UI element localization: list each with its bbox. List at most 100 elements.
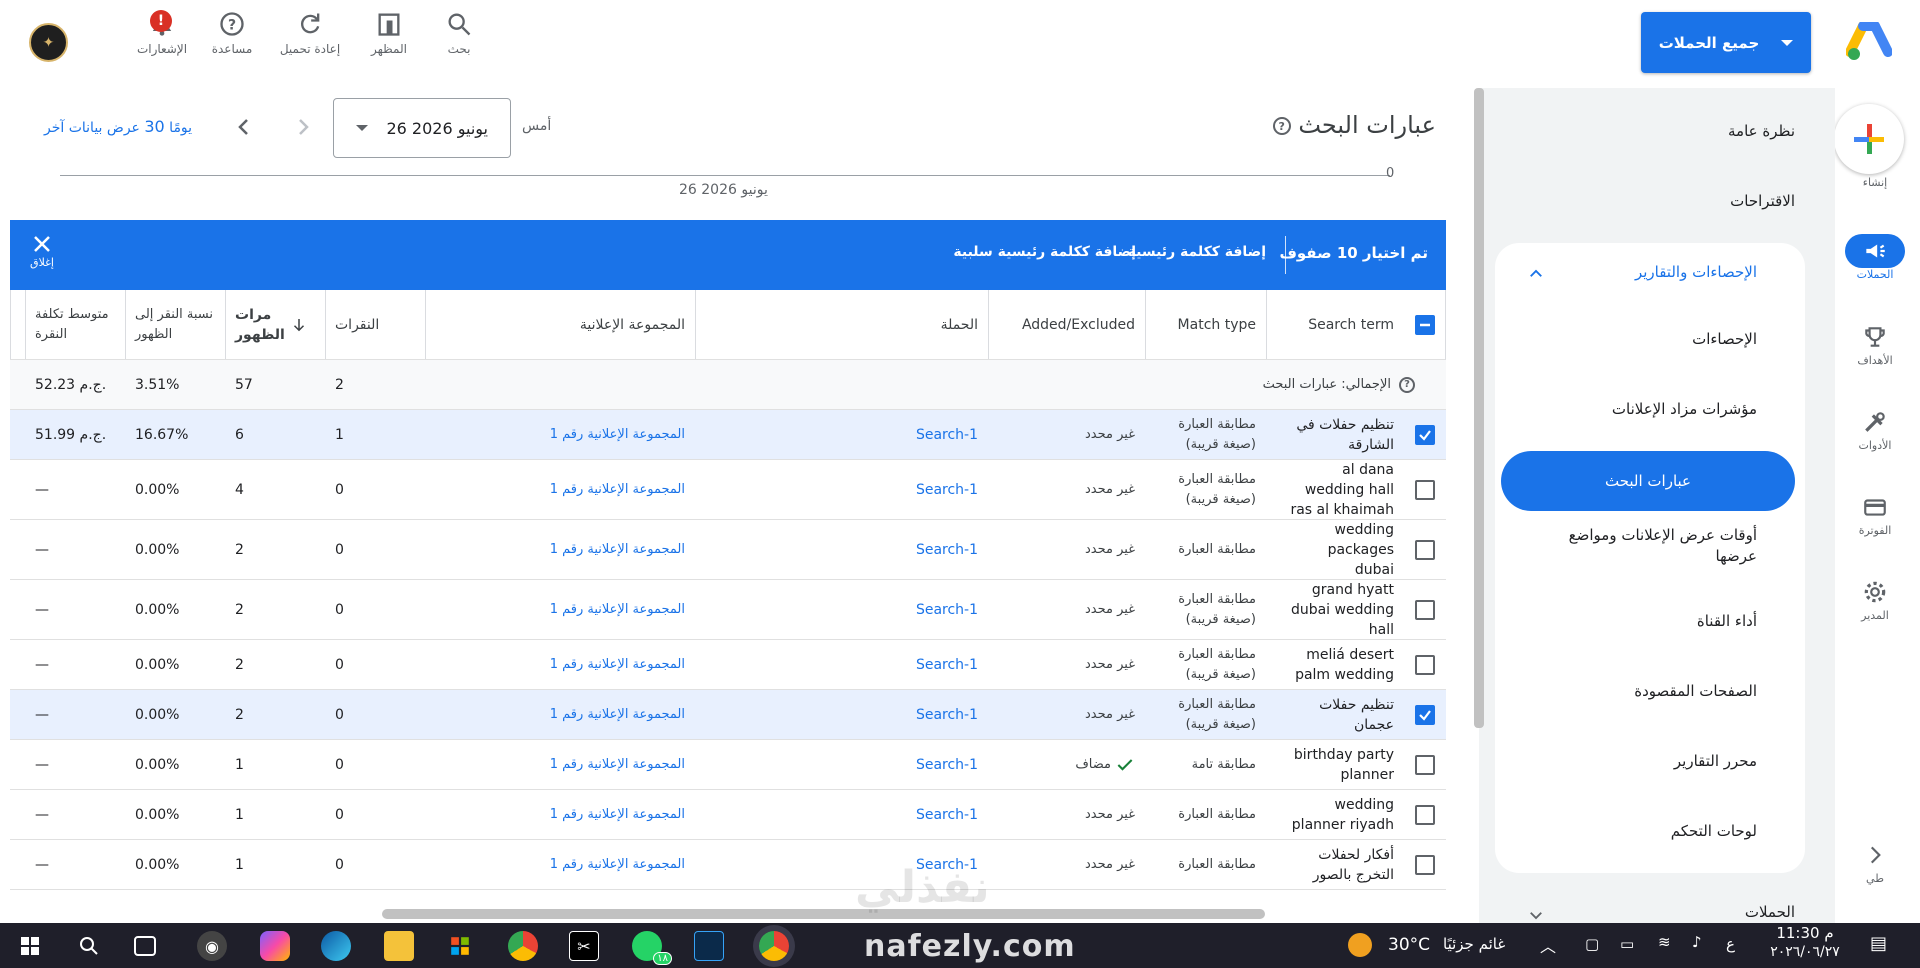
sidebar-item-channel-performance[interactable]: أداء القناة: [1697, 611, 1757, 632]
row-checkbox[interactable]: [1415, 479, 1435, 500]
sidebar-item-recommendations[interactable]: الاقتراحات: [1730, 192, 1795, 210]
notification-center-icon[interactable]: ▤: [1870, 933, 1887, 954]
notifications-tool-button[interactable]: ! الإشعارات: [130, 10, 194, 72]
input-language[interactable]: ع: [1726, 935, 1735, 953]
clock-time[interactable]: 11:30 م: [1760, 924, 1850, 942]
sidebar-item-search-terms[interactable]: عبارات البحث: [1501, 451, 1795, 511]
sidebar-item-when-where-ads-showed[interactable]: أوقات عرض الإعلانات ومواضع عرضها: [1537, 525, 1757, 567]
chevron-up-icon[interactable]: [1527, 265, 1545, 283]
battery-icon[interactable]: ▭: [1620, 935, 1634, 953]
whatsapp-icon[interactable]: ١٨: [632, 931, 672, 965]
ad-group-link[interactable]: المجموعة الإعلانية رقم 1: [550, 600, 685, 620]
sidebar-item-auction-insights[interactable]: مؤشرات مزاد الإعلانات: [1612, 399, 1757, 420]
row-checkbox[interactable]: [1415, 424, 1435, 445]
refresh-tool-button[interactable]: إعادة تحميل: [278, 10, 342, 72]
table-row[interactable]: al dana wedding hall ras al khaimah مطابق…: [10, 460, 1446, 520]
help-tool-button[interactable]: ? مساعدة: [200, 10, 264, 72]
row-checkbox[interactable]: [1415, 539, 1435, 560]
table-row[interactable]: تنظيم حفلات عجمان مطابقة العبارة (صيغة قر…: [10, 690, 1446, 740]
edge-icon[interactable]: [321, 931, 351, 961]
vertical-scrollbar[interactable]: [1474, 88, 1484, 728]
campaign-link[interactable]: Search-1: [916, 655, 978, 675]
table-row[interactable]: grand hyatt dubai wedding hall مطابقة الع…: [10, 580, 1446, 640]
sidebar-item-overview[interactable]: نظرة عامة: [1728, 122, 1795, 140]
ad-group-link[interactable]: المجموعة الإعلانية رقم 1: [550, 705, 685, 725]
ad-group-link[interactable]: المجموعة الإعلانية رقم 1: [550, 425, 685, 445]
header-search-term[interactable]: Search term: [1266, 290, 1404, 359]
header-avg-cpc[interactable]: متوسط تكلفة النقرة: [25, 290, 125, 359]
next-period-icon[interactable]: [291, 115, 315, 139]
screen-recorder-icon[interactable]: [694, 931, 724, 961]
table-row[interactable]: wedding packages dubai مطابقة العبارة غير …: [10, 520, 1446, 580]
account-avatar[interactable]: ✦: [29, 23, 68, 62]
taskbar-search-icon[interactable]: [74, 931, 104, 961]
header-campaign[interactable]: الحملة: [695, 290, 988, 359]
rail-item-campaigns[interactable]: الحملات: [1836, 234, 1914, 281]
campaign-selector-button[interactable]: جميع الحملات: [1641, 12, 1811, 73]
file-explorer-icon[interactable]: [384, 931, 414, 961]
campaign-link[interactable]: Search-1: [916, 755, 978, 775]
campaign-link[interactable]: Search-1: [916, 480, 978, 500]
table-row[interactable]: أفكار لحفلات التخرج بالصور مطابقة العبارة…: [10, 840, 1446, 890]
ad-group-link[interactable]: المجموعة الإعلانية رقم 1: [550, 655, 685, 675]
chrome-profile-icon[interactable]: [759, 931, 789, 961]
clock-date[interactable]: ٢٠٢٦/٠٦/٢٧: [1758, 944, 1852, 960]
header-added-excluded[interactable]: Added/Excluded: [988, 290, 1145, 359]
header-ctr[interactable]: نسبة النقر إلى الظهور: [125, 290, 225, 359]
chevron-down-icon[interactable]: [1527, 906, 1545, 924]
rail-item-billing[interactable]: الفوترة: [1836, 490, 1914, 537]
weather-icon[interactable]: [1348, 933, 1372, 957]
row-checkbox[interactable]: [1415, 599, 1435, 620]
ad-group-link[interactable]: المجموعة الإعلانية رقم 1: [550, 855, 685, 875]
table-row[interactable]: wedding planner riyadh مطابقة العبارة غير …: [10, 790, 1446, 840]
rail-item-admin[interactable]: المدير: [1836, 575, 1914, 622]
row-checkbox[interactable]: [1415, 704, 1435, 725]
table-row[interactable]: birthday party planner مطابقة تامة مضاف Sea…: [10, 740, 1446, 790]
google-ads-logo[interactable]: [1845, 21, 1893, 62]
previous-period-icon[interactable]: [232, 115, 256, 139]
campaign-link[interactable]: Search-1: [916, 600, 978, 620]
header-match-type[interactable]: Match type: [1145, 290, 1266, 359]
sidebar-item-insights[interactable]: الإحصاءات: [1692, 329, 1757, 350]
sidebar-item-dashboards[interactable]: لوحات التحكم: [1671, 821, 1757, 842]
ad-group-link[interactable]: المجموعة الإعلانية رقم 1: [550, 805, 685, 825]
date-range-picker[interactable]: 26 يونيو 2026: [333, 98, 511, 158]
rail-item-goals[interactable]: الأهداف: [1836, 320, 1914, 367]
chrome-icon[interactable]: [508, 931, 538, 961]
campaign-link[interactable]: Search-1: [916, 705, 978, 725]
microsoft-store-icon[interactable]: [445, 931, 475, 961]
tray-device-icon[interactable]: ▢: [1585, 935, 1599, 953]
capcut-icon[interactable]: ✂: [569, 931, 599, 961]
windows-start-icon[interactable]: [15, 931, 45, 961]
tray-chevron-up-icon[interactable]: ︿: [1540, 933, 1556, 957]
wifi-icon[interactable]: ≋: [1658, 933, 1671, 951]
appearance-tool-button[interactable]: المظهر: [357, 10, 421, 72]
ad-group-link[interactable]: المجموعة الإعلانية رقم 1: [550, 480, 685, 500]
rail-item-collapse[interactable]: طي: [1836, 838, 1914, 885]
row-checkbox[interactable]: [1415, 754, 1435, 775]
sidebar-item-landing-pages[interactable]: الصفحات المقصودة: [1634, 681, 1757, 702]
ad-group-link[interactable]: المجموعة الإعلانية رقم 1: [550, 755, 685, 775]
horizontal-scrollbar[interactable]: [382, 909, 1265, 919]
table-row[interactable]: meliá desert palm wedding مطابقة العبارة …: [10, 640, 1446, 690]
add-as-keyword-button[interactable]: إضافة ككلمة رئيسية: [1128, 244, 1266, 260]
help-circle-icon[interactable]: ?: [1272, 117, 1291, 135]
campaign-link[interactable]: Search-1: [916, 805, 978, 825]
sidebar-item-report-editor[interactable]: محرر التقارير: [1674, 751, 1757, 772]
add-as-negative-keyword-button[interactable]: إضافة ككلمة رئيسية سلبية: [953, 244, 1136, 260]
close-selection-button[interactable]: إغلاق: [30, 232, 54, 269]
obs-icon[interactable]: ◉: [197, 931, 227, 961]
search-tool-button[interactable]: بحث: [427, 10, 491, 72]
row-checkbox[interactable]: [1415, 804, 1435, 825]
row-checkbox[interactable]: [1415, 654, 1435, 675]
ad-group-link[interactable]: المجموعة الإعلانية رقم 1: [550, 540, 685, 560]
header-ad-group[interactable]: المجموعة الإعلانية: [425, 290, 695, 359]
campaign-link[interactable]: Search-1: [916, 540, 978, 560]
copilot-icon[interactable]: [260, 931, 290, 961]
volume-icon[interactable]: ♪: [1692, 933, 1702, 951]
show-last-30-days-link[interactable]: يومًا 30 عرض بيانات آخر: [44, 117, 192, 136]
header-clicks[interactable]: النقرات: [325, 290, 425, 359]
select-all-checkbox[interactable]: [1415, 314, 1435, 335]
create-button[interactable]: [1834, 104, 1904, 174]
task-view-icon[interactable]: [134, 936, 156, 956]
